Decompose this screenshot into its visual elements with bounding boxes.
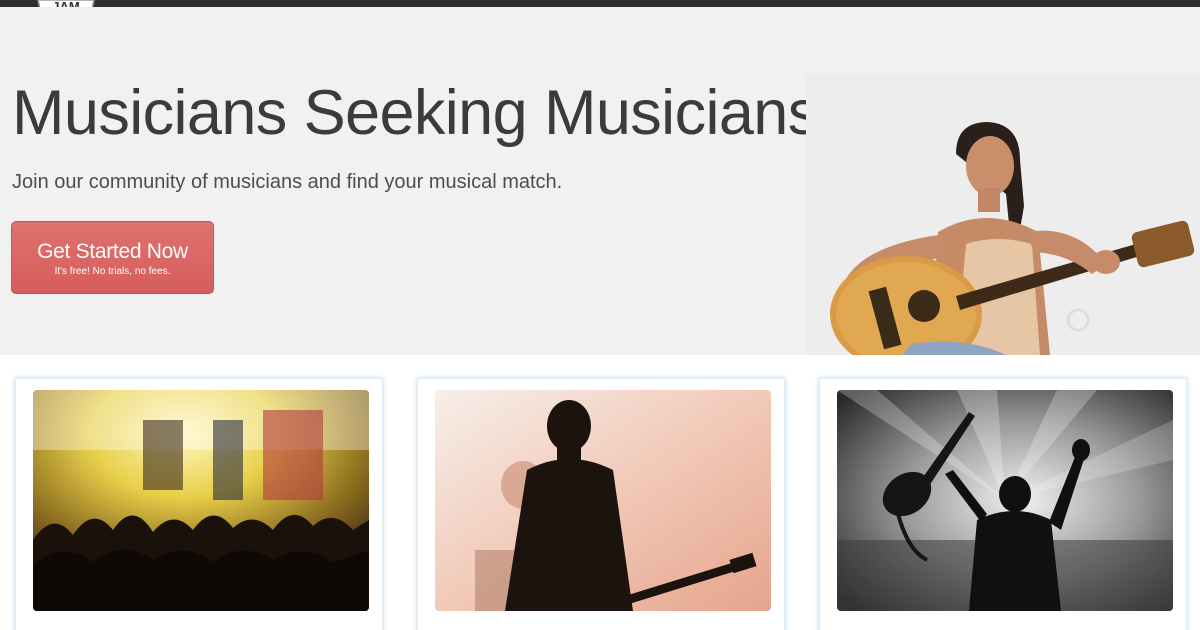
- guitarist-silhouette-photo: [435, 390, 771, 611]
- top-bar: [0, 0, 1200, 7]
- concert-crowd-photo: [33, 390, 369, 611]
- page-title: Musicians Seeking Musicians: [12, 78, 819, 148]
- guitarist-woman-photo: [806, 74, 1200, 372]
- feature-card[interactable]: [818, 377, 1188, 630]
- get-started-button[interactable]: Get Started Now It's free! No trials, no…: [11, 221, 214, 294]
- get-started-sublabel: It's free! No trials, no fees.: [54, 266, 171, 277]
- get-started-label: Get Started Now: [37, 240, 188, 263]
- feature-card[interactable]: [14, 377, 384, 630]
- hero-subtitle: Join our community of musicians and find…: [12, 171, 563, 193]
- feature-card[interactable]: [416, 377, 786, 630]
- crowd-raised-guitar-photo: [837, 390, 1173, 611]
